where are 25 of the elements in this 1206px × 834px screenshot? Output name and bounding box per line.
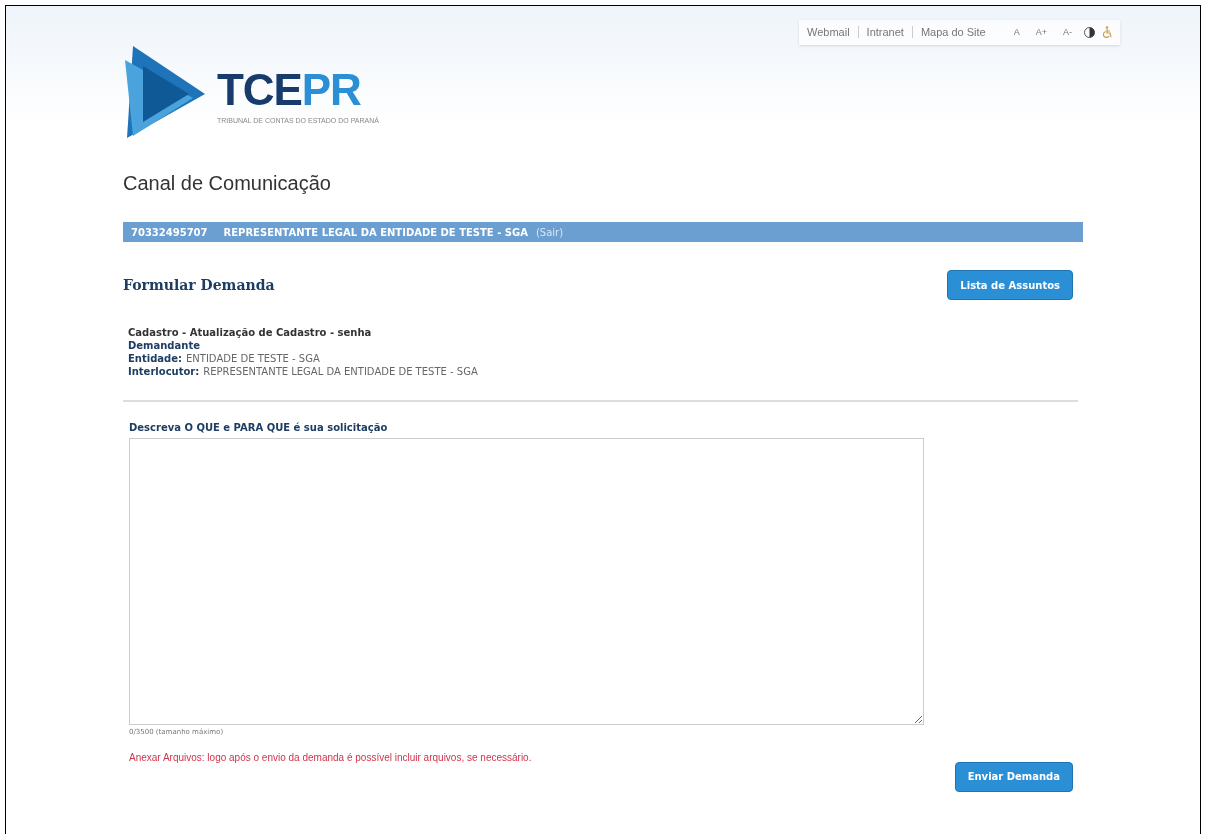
user-id: 70332495707 (131, 225, 208, 240)
logo-triangle-icon (123, 46, 205, 138)
top-link[interactable]: Mapa do Site (920, 24, 986, 41)
subject-text: Cadastro - Atualização de Cadastro - senha (128, 326, 373, 339)
font-size-link[interactable]: A (1009, 25, 1024, 39)
user-name: REPRESENTANTE LEGAL DA ENTIDADE DE TESTE - SGA (223, 225, 528, 240)
detail-label: Interlocutor: (128, 365, 200, 378)
top-link[interactable]: Intranet (866, 24, 904, 41)
page-title: Canal de Comunicação (123, 171, 332, 196)
detail-value: REPRESENTANTE LEGAL DA ENTIDADE DE TESTE - SGA (203, 365, 478, 378)
attachments-note: Anexar Arquivos: logo após o envio da demanda é possível incluir arquivos, se necessário. (129, 750, 532, 765)
submit-button[interactable]: Enviar Demanda (954, 761, 1073, 792)
detail-value: ENTIDADE DE TESTE - SGA (186, 352, 320, 365)
description-label: Descreva O QUE e PARA QUE é sua solicitação (129, 421, 389, 435)
top-link[interactable]: Webmail (807, 24, 850, 41)
requester-heading: Demandante (128, 339, 201, 352)
accessibility-icon[interactable] (1103, 26, 1112, 39)
detail-label: Entidade: (128, 352, 182, 365)
subjects-button[interactable]: Lista de Assuntos (947, 270, 1073, 300)
section-title: Formular Demanda (123, 275, 275, 295)
contrast-icon[interactable] (1084, 26, 1095, 38)
logo-wordmark: TCEPR (217, 67, 362, 112)
font-size-link[interactable]: A- (1059, 25, 1076, 39)
font-size-link[interactable]: A+ (1031, 25, 1051, 39)
description-field[interactable] (129, 438, 924, 725)
